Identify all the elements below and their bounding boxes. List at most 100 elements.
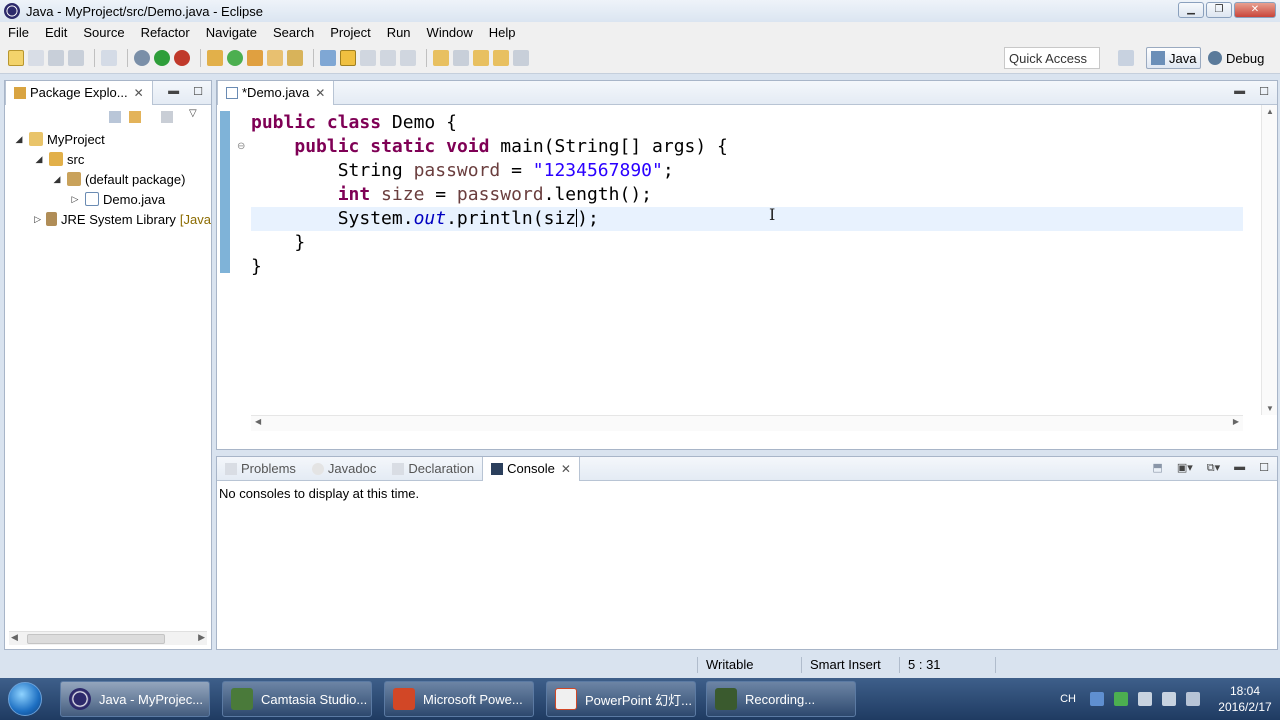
run-icon[interactable] (154, 49, 170, 66)
close-icon[interactable]: ✕ (134, 86, 144, 100)
previous-annotation-icon[interactable] (453, 49, 469, 66)
maximize-icon[interactable]: ☐ (1259, 461, 1269, 475)
menu-file[interactable]: File (8, 25, 29, 40)
collapsed-arrow-icon[interactable]: ▷ (33, 214, 42, 225)
clock[interactable]: 18:04 2016/2/17 (1210, 683, 1280, 715)
scroll-down-icon[interactable]: ▼ (1266, 404, 1274, 413)
tab-console[interactable]: Console ✕ (482, 456, 580, 481)
scroll-up-icon[interactable]: ▲ (1266, 107, 1274, 116)
debug-icon[interactable] (134, 49, 150, 66)
start-button[interactable] (0, 678, 50, 720)
maximize-icon[interactable]: ☐ (193, 85, 203, 98)
open-console-icon[interactable]: ⧉▾ (1207, 461, 1220, 475)
close-button[interactable]: ✕ (1234, 2, 1276, 18)
menu-window[interactable]: Window (427, 25, 473, 40)
open-type-icon[interactable] (267, 49, 283, 66)
save-icon[interactable] (48, 49, 64, 66)
tab-package-explorer[interactable]: Package Explo... ✕ (5, 80, 153, 105)
tree-item-project[interactable]: ◢ MyProject (5, 129, 211, 149)
filters-icon[interactable] (161, 111, 173, 123)
fold-collapse-icon[interactable]: ⊖ (237, 141, 245, 152)
menu-help[interactable]: Help (489, 25, 516, 40)
new-java-project-icon[interactable] (207, 49, 223, 66)
next-annotation-icon[interactable] (433, 49, 449, 66)
minimize-icon[interactable]: ▬ (1234, 85, 1245, 98)
tab-javadoc[interactable]: Javadoc (304, 457, 384, 481)
close-icon[interactable]: ✕ (561, 462, 571, 476)
scroll-left-icon[interactable]: ◀ (255, 417, 261, 426)
toggle-highlight-icon[interactable] (340, 49, 356, 66)
view-menu-icon[interactable]: ▽ (189, 108, 197, 119)
tab-demo-java[interactable]: *Demo.java ✕ (217, 80, 335, 105)
network-icon[interactable] (1186, 692, 1200, 706)
volume-icon[interactable] (1138, 692, 1152, 706)
menu-search[interactable]: Search (273, 25, 314, 40)
code-line-3: String password = "1234567890"; (337, 160, 674, 181)
menu-project[interactable]: Project (330, 25, 370, 40)
link-with-editor-icon[interactable] (129, 111, 141, 123)
keyboard-icon[interactable] (1090, 692, 1104, 706)
tree-item-demo-java[interactable]: ▷ Demo.java (5, 189, 211, 209)
code-text[interactable]: public class Demo { public static void m… (251, 111, 728, 279)
new-icon[interactable] (8, 49, 24, 66)
maximize-icon[interactable]: ☐ (1259, 85, 1269, 98)
menu-navigate[interactable]: Navigate (206, 25, 257, 40)
scroll-right-icon[interactable]: ▶ (198, 632, 205, 643)
forward-icon[interactable] (513, 49, 529, 66)
expanded-arrow-icon[interactable]: ◢ (13, 134, 25, 145)
tree-horizontal-scrollbar[interactable]: ◀ ▶ (9, 631, 207, 645)
save-all-icon[interactable] (68, 49, 84, 66)
new-dropdown-icon[interactable] (28, 49, 44, 66)
search-icon[interactable] (287, 49, 303, 66)
menu-source[interactable]: Source (83, 25, 124, 40)
taskbar-item-eclipse[interactable]: Java - MyProjec... (60, 681, 210, 717)
perspective-debug[interactable]: Debug (1204, 47, 1268, 69)
taskbar-item-slideshow[interactable]: PowerPoint 幻灯... (546, 681, 696, 717)
security-icon[interactable] (1114, 692, 1128, 706)
scroll-thumb[interactable] (27, 634, 165, 644)
back-icon[interactable] (493, 49, 509, 66)
close-icon[interactable]: ✕ (315, 86, 325, 100)
skip-breakpoints-icon[interactable] (101, 49, 117, 66)
menu-run[interactable]: Run (387, 25, 411, 40)
new-class-icon[interactable] (247, 49, 263, 66)
external-tools-icon[interactable] (174, 49, 190, 66)
new-package-icon[interactable] (227, 49, 243, 66)
collapsed-arrow-icon[interactable]: ▷ (69, 194, 81, 205)
toggle-block-icon[interactable] (360, 49, 376, 66)
tab-declaration[interactable]: Declaration (384, 457, 482, 481)
minimize-icon[interactable]: ▬ (168, 85, 179, 98)
paragraph-icon[interactable] (400, 49, 416, 66)
minimize-button[interactable]: ▁ (1178, 2, 1204, 18)
expanded-arrow-icon[interactable]: ◢ (33, 154, 45, 165)
tree-item-jre-library[interactable]: ▷ JRE System Library [Java (5, 209, 211, 229)
taskbar-item-recording[interactable]: Recording... (706, 681, 856, 717)
taskbar-item-powerpoint[interactable]: Microsoft Powe... (384, 681, 534, 717)
code-editor[interactable]: ⊖ public class Demo { public static void… (217, 105, 1277, 449)
open-perspective-icon[interactable] (1118, 50, 1134, 66)
show-whitespace-icon[interactable] (380, 49, 396, 66)
minimize-icon[interactable]: ▬ (1234, 461, 1245, 475)
editor-vertical-scrollbar[interactable]: ▲ ▼ (1261, 105, 1277, 415)
pin-console-icon[interactable]: ⬒ (1152, 461, 1162, 475)
tree-item-default-package[interactable]: ◢ (default package) (5, 169, 211, 189)
tree-item-src[interactable]: ◢ src (5, 149, 211, 169)
collapse-all-icon[interactable] (109, 111, 121, 123)
perspective-java[interactable]: Java (1146, 47, 1202, 69)
last-edit-icon[interactable] (473, 49, 489, 66)
expanded-arrow-icon[interactable]: ◢ (51, 174, 63, 185)
scroll-right-icon[interactable]: ▶ (1233, 417, 1239, 426)
display-selected-console-icon[interactable]: ▣▾ (1177, 461, 1193, 475)
title-bar: Java - MyProject/src/Demo.java - Eclipse… (0, 0, 1280, 22)
input-language[interactable]: CH (1060, 693, 1076, 705)
scroll-left-icon[interactable]: ◀ (11, 632, 18, 643)
menu-refactor[interactable]: Refactor (141, 25, 190, 40)
editor-horizontal-scrollbar[interactable]: ◀ ▶ (251, 415, 1243, 431)
menu-edit[interactable]: Edit (45, 25, 67, 40)
taskbar-item-camtasia[interactable]: Camtasia Studio... (222, 681, 372, 717)
restore-button[interactable]: ❐ (1206, 2, 1232, 18)
quick-access-input[interactable]: Quick Access (1004, 47, 1100, 69)
toggle-mark-occurrences-icon[interactable] (320, 49, 336, 66)
tab-problems[interactable]: Problems (217, 457, 304, 481)
speaker-icon[interactable] (1162, 692, 1176, 706)
